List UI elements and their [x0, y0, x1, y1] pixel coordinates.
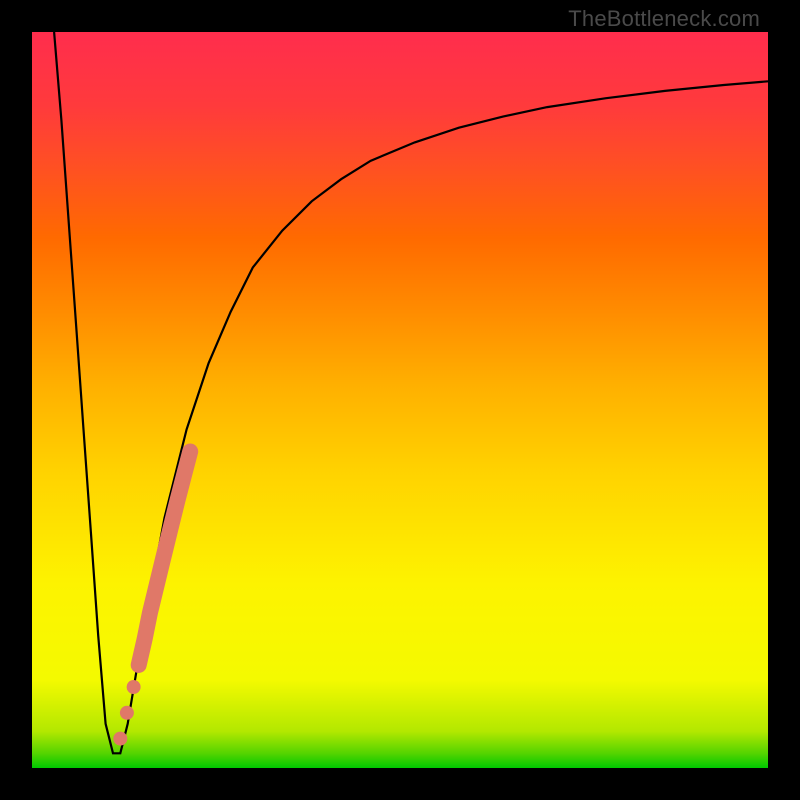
chart-svg: [32, 32, 768, 768]
watermark-text: TheBottleneck.com: [568, 6, 760, 32]
highlight-dot: [120, 706, 134, 720]
highlight-dot: [113, 732, 127, 746]
chart-frame: TheBottleneck.com: [0, 0, 800, 800]
highlight-dot: [127, 680, 141, 694]
bottleneck-curve: [54, 32, 768, 753]
plot-area: [32, 32, 768, 768]
highlight-segment: [139, 452, 191, 666]
curve-layer: [54, 32, 768, 753]
highlight-layer: [113, 452, 190, 746]
